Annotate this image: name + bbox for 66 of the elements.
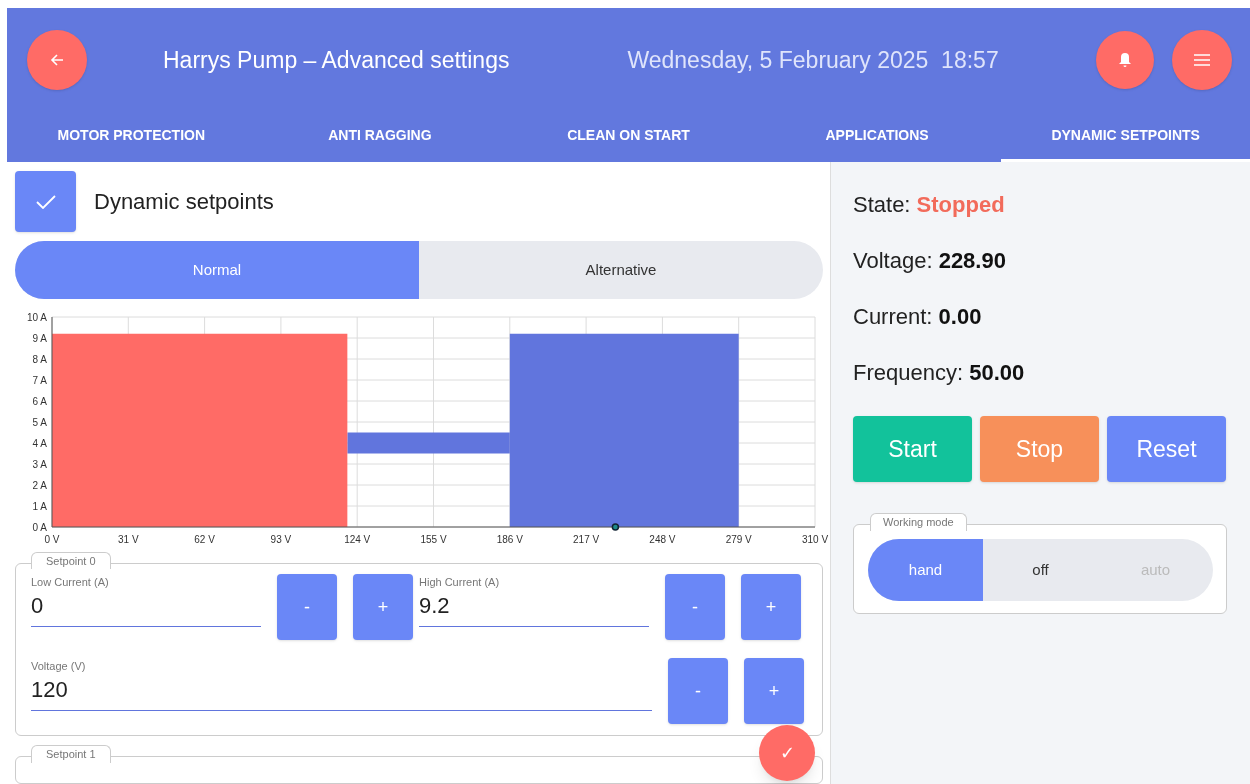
- field-label: Voltage (V): [31, 658, 87, 674]
- enable-checkbox[interactable]: [15, 171, 76, 232]
- decrement-button[interactable]: -: [277, 573, 337, 640]
- date-time: Wednesday, 5 February 2025 18:57: [627, 45, 999, 75]
- x-tick-label: 62 V: [194, 533, 215, 545]
- status-line: Current: 0.00: [853, 303, 983, 331]
- y-tick-label: 6 A: [32, 395, 47, 407]
- y-tick-label: 7 A: [32, 374, 47, 386]
- x-tick-label: 186 V: [496, 533, 523, 545]
- tab[interactable]: CLEAN ON START: [504, 112, 753, 162]
- number-field[interactable]: Voltage (V) 120: [31, 657, 652, 712]
- x-tick-label: 124 V: [344, 533, 371, 545]
- y-tick-label: 0 A: [32, 521, 47, 533]
- status-line: Frequency: 50.00: [853, 359, 1026, 387]
- x-tick-label: 31 V: [118, 533, 139, 545]
- x-tick-label: 0 V: [44, 533, 60, 545]
- group-title: Setpoint 0: [31, 551, 111, 570]
- tab[interactable]: ANTI RAGGING: [255, 112, 505, 162]
- number-field[interactable]: Low Current (A) 0: [31, 573, 261, 628]
- status-line: State: Stopped: [853, 191, 1006, 219]
- operating-point-icon: [611, 522, 620, 531]
- field-value: 120: [31, 676, 69, 705]
- enable-label: Dynamic setpoints: [94, 188, 274, 216]
- y-tick-label: 2 A: [32, 479, 47, 491]
- x-tick-label: 217 V: [573, 533, 600, 545]
- y-tick-label: 5 A: [32, 416, 47, 428]
- group-title: Working mode: [870, 513, 967, 531]
- x-tick-label: 310 V: [801, 533, 829, 545]
- y-tick-label: 10 A: [26, 311, 47, 323]
- field-value: 0: [31, 592, 45, 621]
- field-label: High Current (A): [419, 574, 501, 590]
- x-tick-label: 93 V: [270, 533, 292, 545]
- x-tick-label: 155 V: [420, 533, 447, 545]
- action-button[interactable]: Start: [853, 416, 972, 482]
- profile-option[interactable]: Alternative: [419, 241, 823, 299]
- tab[interactable]: APPLICATIONS: [752, 112, 1002, 162]
- x-tick-label: 248 V: [649, 533, 676, 545]
- decrement-button[interactable]: -: [665, 573, 725, 640]
- y-tick-label: 8 A: [32, 353, 47, 365]
- decrement-button[interactable]: -: [668, 657, 728, 724]
- tab[interactable]: MOTOR PROTECTION: [7, 112, 256, 162]
- y-tick-label: 9 A: [32, 332, 47, 344]
- field-value: 9.2: [419, 592, 451, 621]
- page-title: Harrys Pump – Advanced settings: [163, 45, 510, 75]
- menu-button[interactable]: [1172, 30, 1232, 90]
- menu-icon: [1194, 54, 1210, 66]
- mode-option[interactable]: hand: [868, 539, 983, 601]
- check-icon: [35, 194, 56, 209]
- x-tick-label: 279 V: [725, 533, 752, 545]
- y-tick-label: 3 A: [32, 458, 47, 470]
- number-field[interactable]: High Current (A) 9.2: [419, 573, 649, 628]
- bell-icon: [1118, 52, 1132, 68]
- y-tick-label: 4 A: [32, 437, 47, 449]
- increment-button[interactable]: +: [353, 573, 413, 640]
- action-button[interactable]: Reset: [1107, 416, 1226, 482]
- increment-button[interactable]: +: [741, 573, 801, 640]
- increment-button[interactable]: +: [744, 657, 804, 724]
- y-tick-label: 1 A: [32, 500, 47, 512]
- mode-option[interactable]: off: [983, 539, 1098, 601]
- notifications-button[interactable]: [1096, 31, 1154, 89]
- action-button[interactable]: Stop: [980, 416, 1099, 482]
- group-title: Setpoint 1: [31, 745, 111, 763]
- status-line: Voltage: 228.90: [853, 247, 1007, 275]
- back-arrow-icon: [50, 53, 64, 67]
- profile-option[interactable]: Normal: [15, 241, 419, 299]
- field-label: Low Current (A): [31, 574, 110, 590]
